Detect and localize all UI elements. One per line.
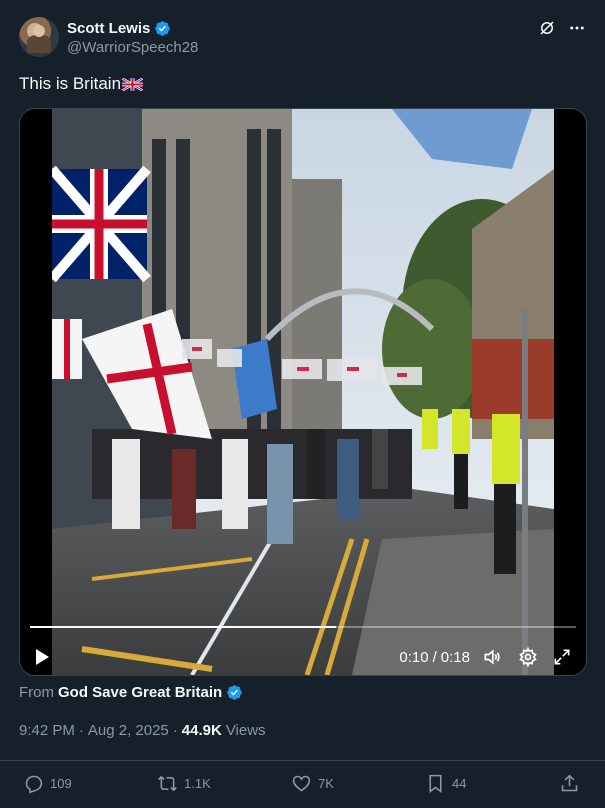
video-source: From God Save Great Britain <box>19 684 243 701</box>
tweet-date[interactable]: Aug 2, 2025 <box>88 722 169 739</box>
like-button[interactable]: 7K <box>291 770 334 796</box>
verified-badge-icon <box>227 685 242 700</box>
repost-count: 1.1K <box>184 775 211 791</box>
video-time: 0:10 / 0:18 <box>399 649 470 666</box>
more-options-icon[interactable] <box>568 19 586 37</box>
tweet-text: This is Britain <box>19 74 144 94</box>
bookmark-icon <box>429 774 442 793</box>
tweet-header: Scott Lewis @WarriorSpeech28 <box>19 17 586 59</box>
volume-icon[interactable] <box>482 647 502 667</box>
reply-icon <box>25 775 43 793</box>
verified-badge-icon <box>155 21 171 36</box>
tweet-time[interactable]: 9:42 PM <box>19 722 75 739</box>
heart-icon <box>292 775 311 791</box>
divider <box>0 760 605 761</box>
play-icon[interactable] <box>34 648 50 666</box>
share-button[interactable] <box>559 770 580 796</box>
like-count: 7K <box>318 775 334 791</box>
meta-separator: · <box>78 722 84 739</box>
video-player[interactable]: 0:10 / 0:18 <box>19 108 587 676</box>
tweet-body: This is Britain <box>19 74 122 93</box>
grok-icon[interactable] <box>538 19 556 37</box>
repost-button[interactable]: 1.1K <box>157 770 211 796</box>
fullscreen-icon[interactable] <box>552 647 572 667</box>
tweet-actions: 109 1.1K 7K 44 <box>0 770 605 798</box>
reply-button[interactable]: 109 <box>23 770 72 796</box>
video-current-time: 0:10 <box>399 649 429 666</box>
reply-count: 109 <box>50 775 72 791</box>
header-actions <box>538 19 586 37</box>
bookmark-button[interactable]: 44 <box>425 770 466 796</box>
source-account-link[interactable]: God Save Great Britain <box>58 684 222 701</box>
repost-icon <box>158 775 177 791</box>
views-label: Views <box>225 722 266 739</box>
video-progress-bar[interactable] <box>30 626 576 628</box>
from-label: From <box>19 684 54 701</box>
video-frame <box>52 109 554 675</box>
uk-flag-icon <box>122 77 144 91</box>
author-handle[interactable]: @WarriorSpeech28 <box>67 39 198 56</box>
author-name-row: Scott Lewis <box>67 20 171 37</box>
views-count: 44.9K <box>181 722 222 739</box>
video-duration: 0:18 <box>440 649 470 666</box>
author-display-name[interactable]: Scott Lewis <box>67 20 150 37</box>
settings-icon[interactable] <box>518 647 538 667</box>
video-controls: 0:10 / 0:18 <box>20 615 586 675</box>
meta-separator: · <box>172 722 178 739</box>
share-icon <box>561 774 578 791</box>
tweet-meta: 9:42 PM · Aug 2, 2025 · 44.9K Views <box>19 722 266 739</box>
bookmark-count: 44 <box>452 775 467 791</box>
video-time-separator: / <box>432 649 437 666</box>
video-progress-fill <box>30 626 336 628</box>
avatar[interactable] <box>19 17 59 57</box>
